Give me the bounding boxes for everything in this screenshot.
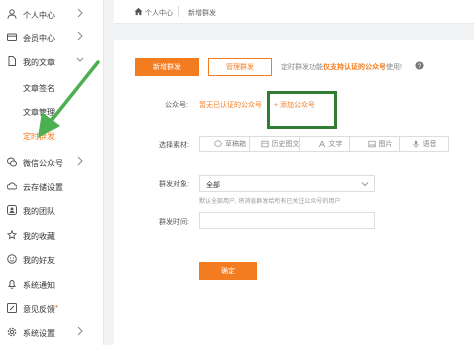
sidebar-item-label: 系统设置 [23,329,55,338]
material-type-label: 历史图文 [271,141,300,148]
target-select-value: 全部 [206,182,220,189]
sidebar-item-my-team[interactable]: 我的团队 [0,200,104,220]
material-type-label: 草稿箱 [225,141,246,148]
target-label: 群发对象: [159,181,189,188]
chevron-right-icon [77,31,83,41]
image-icon [367,140,376,148]
sidebar-item-personal-center[interactable]: 个人中心 [0,4,104,24]
breadcrumb: 个人中心 新增群发 [114,0,474,24]
manage-broadcast-button[interactable]: 管理群发 [208,58,272,76]
notice-text: 定时群发功能仅支持认证的公众号使用! [281,62,402,72]
sidebar-item-label: 云存储设置 [23,183,63,192]
breadcrumb-home[interactable]: 个人中心 [145,8,173,18]
new-broadcast-button[interactable]: 新增群发 [135,58,199,76]
sidebar-item-label: 我的好友 [23,256,55,265]
credit-card-icon [7,33,17,41]
material-label: 选择素材: [159,142,189,149]
text-icon [318,140,325,148]
star-icon [7,230,17,240]
svg-text:?: ? [418,63,422,70]
confirm-button[interactable]: 确定 [199,262,257,280]
sidebar-item-label: 微信公众号 [23,159,63,168]
chevron-right-icon [77,156,83,166]
material-type-label: 语音 [422,141,437,148]
friend-icon [7,254,17,264]
time-label: 群发时间: [159,219,189,226]
main-panel [114,40,474,345]
feedback-icon [7,303,17,313]
material-type-label: 文字 [328,141,343,148]
team-icon [7,205,17,215]
sidebar-item-system-notice[interactable]: 系统通知 [0,274,104,294]
chevron-right-icon [77,326,83,336]
sidebar-item-label: 系统通知 [23,281,55,290]
broadcast-time-input[interactable] [199,212,375,229]
new-badge: • [55,302,58,311]
sidebar: 个人中心 会员中心 我的文章 文章签名 文章管理 定时群发 微信公众号 云存储设… [0,0,104,345]
bell-icon [8,280,16,289]
material-type-label: 图片 [378,141,393,148]
material-voice-button[interactable]: 语音 [399,136,449,152]
sidebar-item-label: 我的团队 [23,207,55,216]
sidebar-item-feedback[interactable]: 意见反馈 • [0,298,104,318]
home-icon [134,7,143,16]
pointer-arrow [38,60,100,138]
account-label: 公众号: [165,102,188,109]
breadcrumb-current: 新增群发 [188,10,216,17]
sidebar-item-my-friends[interactable]: 我的好友 [0,249,104,269]
notice-suffix: 使用! [386,64,402,71]
cloud-icon [7,182,17,190]
sidebar-item-member-center[interactable]: 会员中心 [0,27,104,47]
chevron-right-icon [77,8,83,18]
notice-highlight: 仅支持认证的公众号 [323,64,386,71]
target-select[interactable]: 全部 [199,175,375,192]
sidebar-item-system-settings[interactable]: 系统设置 [0,322,104,342]
microphone-icon [412,140,419,148]
breadcrumb-divider [178,6,179,17]
sidebar-item-my-favorites[interactable]: 我的收藏 [0,225,104,245]
sidebar-item-label: 我的收藏 [23,232,55,241]
sidebar-item-cloud-storage[interactable]: 云存储设置 [0,176,104,196]
history-icon [260,140,269,148]
sidebar-item-label: 会员中心 [23,34,55,43]
user-icon [7,9,17,19]
sidebar-item-wechat-account[interactable]: 微信公众号 [0,152,104,172]
highlight-box [267,91,337,129]
sidebar-item-label: 个人中心 [23,11,55,20]
gear-icon [7,327,17,337]
target-hint: 默认全部用户, 将消息群发给所有已关注公众号的用户 [199,199,341,205]
help-icon[interactable]: ? [415,61,424,70]
sidebar-item-label: 意见反馈 [23,305,55,314]
draft-icon [214,140,222,147]
file-icon [8,56,16,66]
no-verified-account-text: 暂无已认证的公众号 [199,102,262,109]
notice-prefix: 定时群发功能 [281,64,323,71]
chevron-down-icon [361,182,369,187]
wechat-icon [7,157,17,167]
